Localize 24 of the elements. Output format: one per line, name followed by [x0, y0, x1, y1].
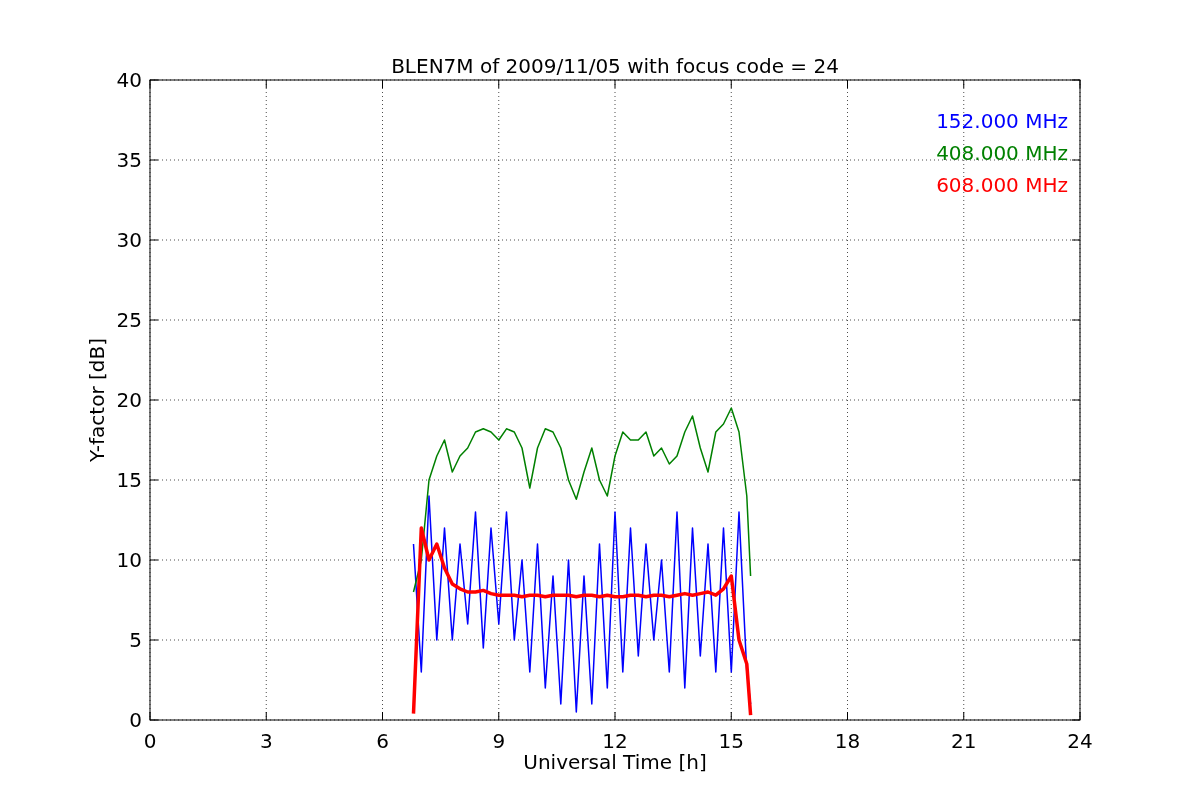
tick-label: 15 — [718, 729, 744, 753]
tick-label: 5 — [129, 628, 142, 652]
tick-label: 6 — [376, 729, 389, 753]
tick-label: 15 — [116, 468, 142, 492]
tick-label: 12 — [602, 729, 628, 753]
tick-label: 20 — [116, 388, 142, 412]
tick-label: 40 — [116, 68, 142, 92]
tick-label: 9 — [492, 729, 506, 753]
legend-label: 408.000 MHz — [936, 141, 1068, 165]
tick-label: 0 — [129, 708, 142, 732]
legend-label: 152.000 MHz — [936, 109, 1068, 133]
tick-label: 18 — [834, 729, 861, 753]
tick-label: 30 — [116, 228, 142, 252]
tick-label: 10 — [116, 548, 142, 572]
tick-label: 21 — [951, 729, 977, 753]
tick-label: 0 — [143, 729, 157, 753]
axis-title: Universal Time [h] — [523, 750, 707, 774]
tick-label: 24 — [1067, 729, 1093, 753]
tick-label: 25 — [116, 308, 142, 332]
tick-label: 35 — [116, 148, 142, 172]
chart-title: BLEN7M of 2009/11/05 with focus code = 24 — [391, 54, 839, 78]
legend-label: 608.000 MHz — [936, 173, 1068, 197]
tick-label: 3 — [259, 729, 273, 753]
axis-title: Y-factor [dB] — [85, 338, 109, 462]
